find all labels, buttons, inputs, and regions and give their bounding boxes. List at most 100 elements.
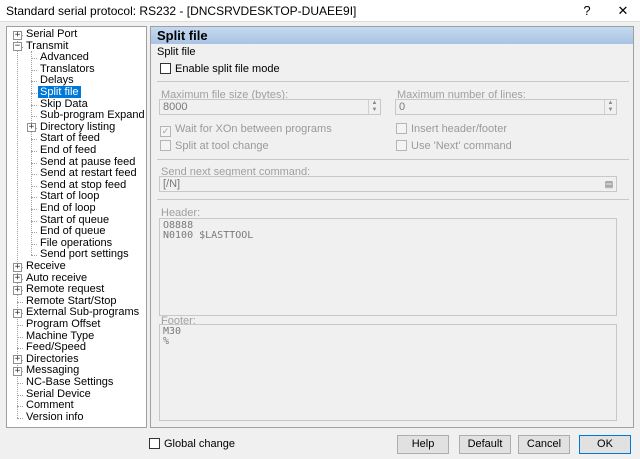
tree-connector bbox=[31, 151, 37, 152]
global-change-checkbox[interactable]: Global change bbox=[149, 438, 235, 451]
tree-item-label: Program Offset bbox=[26, 318, 101, 330]
max-size-value: 8000 bbox=[163, 101, 188, 113]
tree-item-label: End of queue bbox=[40, 225, 106, 238]
tree-item-label: Version info bbox=[26, 410, 84, 423]
tree-item[interactable]: NC-Base Settings bbox=[24, 376, 115, 389]
tree-item-label: External Sub-programs bbox=[26, 306, 140, 319]
expand-icon[interactable]: + bbox=[13, 366, 22, 376]
expand-icon[interactable]: + bbox=[13, 274, 22, 284]
header-line: N0100 $LASTTOOL bbox=[163, 230, 254, 241]
split-tool-label: Split at tool change bbox=[175, 140, 269, 152]
tree-item-label: Send at restart feed bbox=[40, 167, 137, 180]
tree-connector bbox=[31, 197, 37, 199]
split-file-panel: Split file Split file Enable split file … bbox=[150, 26, 634, 428]
tree-item-label: Skip Data bbox=[40, 97, 88, 110]
spin-down-icon: ▼ bbox=[607, 107, 614, 113]
tree-connector bbox=[31, 81, 37, 83]
tree-item-label: Feed/Speed bbox=[26, 341, 86, 354]
tree-connector bbox=[31, 209, 37, 210]
tree-connector bbox=[31, 104, 37, 106]
separator bbox=[157, 81, 629, 82]
settings-tree[interactable]: Serial Port + Transmit − Advanced Translators… bbox=[6, 26, 147, 428]
expand-icon[interactable]: + bbox=[13, 308, 22, 318]
tree-item-label: Advanced bbox=[40, 51, 89, 64]
tree-item-label: Serial Device bbox=[26, 387, 91, 400]
checkbox-box bbox=[160, 63, 171, 74]
cancel-button[interactable]: Cancel bbox=[518, 435, 570, 454]
use-next-label: Use 'Next' command bbox=[411, 140, 512, 152]
enable-split-checkbox[interactable]: Enable split file mode bbox=[160, 63, 280, 76]
send-next-input[interactable]: [/N] ▤ bbox=[159, 176, 617, 192]
tree-item[interactable]: Split file bbox=[38, 86, 81, 99]
title-bar: Standard serial protocol: RS232 - [DNCSR… bbox=[0, 0, 640, 22]
tree-item[interactable]: Version info bbox=[24, 410, 85, 424]
ok-button[interactable]: OK bbox=[579, 435, 631, 454]
expand-icon[interactable]: + bbox=[13, 355, 22, 365]
checkbox-box bbox=[396, 140, 407, 151]
tree-connector bbox=[31, 232, 37, 234]
tree-item-label: Directory listing bbox=[40, 120, 116, 133]
tree-connector bbox=[17, 417, 23, 419]
default-button[interactable]: Default bbox=[459, 435, 511, 454]
help-button[interactable]: Help bbox=[397, 435, 449, 454]
tree-item-label: End of loop bbox=[40, 202, 96, 214]
expand-icon[interactable]: + bbox=[13, 30, 22, 40]
checkbox-box bbox=[396, 123, 407, 134]
tree-connector bbox=[17, 406, 23, 408]
browse-icon[interactable]: ▤ bbox=[603, 178, 615, 190]
max-size-spinner[interactable]: ▲ ▼ bbox=[368, 100, 380, 114]
max-lines-spinner[interactable]: ▲ ▼ bbox=[604, 100, 616, 114]
tree-connector bbox=[31, 185, 37, 187]
checkbox-box: ✓ bbox=[160, 126, 171, 137]
tree-connector bbox=[17, 394, 23, 396]
tree-item[interactable]: End of feed bbox=[38, 144, 98, 157]
tree-item-label: Messaging bbox=[26, 364, 80, 377]
tree-item[interactable]: Receive bbox=[24, 260, 68, 273]
tree-item-label: Split file bbox=[38, 86, 81, 98]
tree-connector bbox=[31, 58, 37, 60]
tree-item-label: Translators bbox=[40, 62, 95, 75]
separator bbox=[157, 159, 629, 160]
wait-xon-checkbox[interactable]: ✓ Wait for XOn between programs bbox=[160, 123, 332, 137]
use-next-checkbox[interactable]: Use 'Next' command bbox=[396, 140, 512, 153]
tree-item-label: Delays bbox=[40, 74, 74, 87]
tree-connector bbox=[17, 301, 23, 303]
tree-item-label: File operations bbox=[40, 236, 113, 249]
tree-item-label: Directories bbox=[26, 352, 79, 365]
checkbox-box bbox=[149, 438, 160, 449]
tree-item-label: Sub-program Expand bbox=[40, 109, 145, 122]
tree-item[interactable]: End of loop bbox=[38, 202, 98, 215]
spin-down-icon: ▼ bbox=[371, 107, 378, 113]
tree-item[interactable]: Program Offset bbox=[24, 318, 102, 331]
tree-connector bbox=[17, 336, 23, 338]
panel-title: Split file bbox=[151, 27, 633, 44]
tree-item-label: Auto receive bbox=[26, 271, 88, 284]
max-lines-input[interactable]: 0 ▲ ▼ bbox=[395, 99, 617, 115]
window-title: Standard serial protocol: RS232 - [DNCSR… bbox=[6, 4, 357, 18]
global-change-label: Global change bbox=[164, 438, 235, 450]
expand-icon[interactable]: + bbox=[27, 123, 36, 133]
help-icon[interactable]: ? bbox=[570, 0, 604, 22]
footer-textarea[interactable]: M30 % bbox=[159, 324, 617, 421]
tree-item[interactable]: Serial Port bbox=[24, 28, 79, 41]
split-tool-checkbox[interactable]: Split at tool change bbox=[160, 140, 269, 153]
spin-up-icon: ▲ bbox=[607, 100, 614, 106]
tree-item-label: Remote request bbox=[26, 283, 105, 296]
tree-connector bbox=[17, 325, 23, 326]
expand-icon[interactable]: + bbox=[13, 262, 22, 272]
tree-item-label: Comment bbox=[26, 399, 74, 412]
insert-header-label: Insert header/footer bbox=[411, 123, 508, 135]
collapse-icon[interactable]: − bbox=[13, 42, 22, 52]
wait-xon-label: Wait for XOn between programs bbox=[175, 123, 332, 135]
tree-item-label: Transmit bbox=[26, 39, 69, 52]
tree-connector bbox=[31, 139, 37, 141]
header-textarea[interactable]: O8888 N0100 $LASTTOOL bbox=[159, 218, 617, 316]
separator bbox=[157, 199, 629, 200]
close-icon[interactable]: ✕ bbox=[606, 0, 640, 22]
expand-icon[interactable]: + bbox=[13, 285, 22, 295]
max-size-input[interactable]: 8000 ▲ ▼ bbox=[159, 99, 381, 115]
tree-item-label: Receive bbox=[26, 260, 66, 272]
insert-header-checkbox[interactable]: Insert header/footer bbox=[396, 123, 507, 136]
tree-connector bbox=[31, 93, 37, 94]
tree-item-label: Start of queue bbox=[40, 213, 110, 226]
